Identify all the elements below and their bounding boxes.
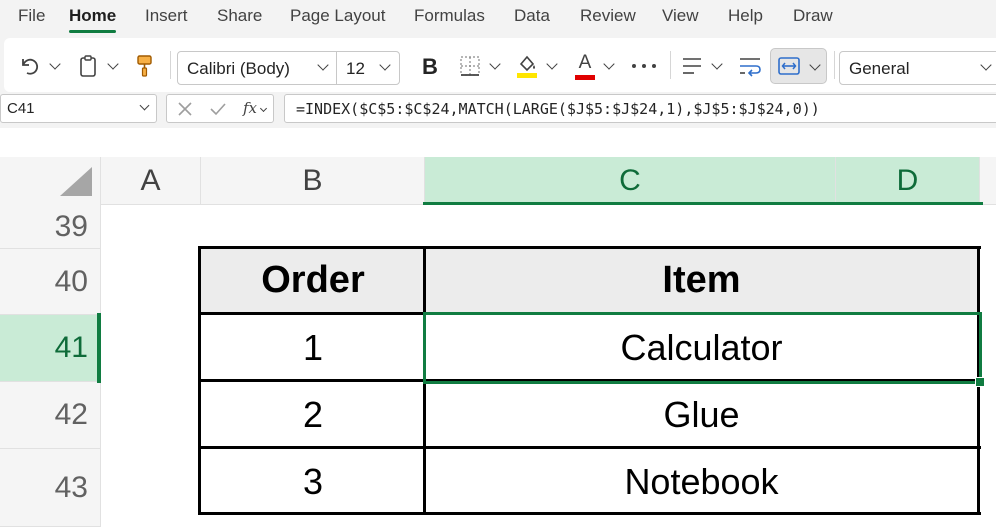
chevron-down-icon xyxy=(259,104,268,113)
name-box[interactable]: C41 xyxy=(0,94,157,123)
table-cell-item[interactable]: Notebook xyxy=(425,449,978,515)
font-color-icon[interactable]: A xyxy=(572,51,598,81)
row-header-39[interactable]: 39 xyxy=(0,205,101,249)
font-color-dropdown-chevron-icon[interactable] xyxy=(603,58,615,70)
insert-function-button[interactable]: fx xyxy=(243,99,257,117)
borders-dropdown-chevron-icon[interactable] xyxy=(489,58,501,70)
table-header-item[interactable]: Item xyxy=(425,248,978,313)
font-size-value: 12 xyxy=(346,59,365,78)
formula-bar: C41 fx =INDEX($C$5:$C$24,MATCH(LARGE($J$… xyxy=(0,94,996,128)
menu-insert[interactable]: Insert xyxy=(145,6,188,26)
table-border xyxy=(198,446,981,449)
row-header-40[interactable]: 40 xyxy=(0,249,101,315)
column-header-d[interactable]: D xyxy=(836,157,980,205)
fill-color-icon[interactable] xyxy=(514,52,540,80)
menu-home[interactable]: Home xyxy=(69,6,116,26)
number-format-value: General xyxy=(849,59,910,78)
formula-actions: fx xyxy=(166,94,274,123)
row-selection-indicator xyxy=(97,313,101,383)
select-all-triangle-icon xyxy=(60,167,92,196)
font-name-value: Calibri (Body) xyxy=(187,59,290,78)
table-cell-order[interactable]: 1 xyxy=(201,315,425,381)
align-icon[interactable] xyxy=(680,54,704,78)
column-header-c[interactable]: C xyxy=(425,157,836,205)
cancel-icon[interactable] xyxy=(177,101,193,122)
merge-icon xyxy=(777,55,801,77)
paste-dropdown-chevron-icon[interactable] xyxy=(107,58,119,70)
font-color-letter: A xyxy=(578,51,592,73)
menu-data[interactable]: Data xyxy=(514,6,550,26)
bold-button[interactable]: B xyxy=(418,53,442,81)
font-size-dropdown[interactable]: 12 xyxy=(336,51,400,85)
menu-review[interactable]: Review xyxy=(580,6,636,26)
font-color-swatch xyxy=(575,74,595,80)
align-dropdown-chevron-icon[interactable] xyxy=(711,58,723,70)
undo-icon[interactable] xyxy=(18,54,42,78)
menu-draw[interactable]: Draw xyxy=(793,6,833,26)
column-header-a[interactable]: A xyxy=(101,157,201,205)
toolbar-separator xyxy=(834,51,835,79)
chevron-down-icon xyxy=(809,59,821,71)
enter-icon[interactable] xyxy=(209,101,227,122)
font-name-dropdown[interactable]: Calibri (Body) xyxy=(177,51,337,85)
chevron-down-icon xyxy=(317,59,329,71)
chevron-down-icon xyxy=(379,59,391,71)
formula-input[interactable]: =INDEX($C$5:$C$24,MATCH(LARGE($J$5:$J$24… xyxy=(284,94,996,123)
toolbar-separator xyxy=(170,51,171,79)
menu-bar: File Home Insert Share Page Layout Formu… xyxy=(0,0,996,34)
active-tab-indicator xyxy=(69,30,116,33)
table-cell-item[interactable]: Glue xyxy=(425,382,978,448)
table-border xyxy=(198,246,981,249)
table-header-order[interactable]: Order xyxy=(201,248,425,313)
menu-formulas[interactable]: Formulas xyxy=(414,6,485,26)
row-header-41[interactable]: 41 xyxy=(0,315,101,382)
name-box-value: C41 xyxy=(7,100,35,117)
table-border xyxy=(198,512,981,515)
chevron-down-icon xyxy=(980,59,992,71)
column-selection-indicator xyxy=(423,202,983,205)
borders-icon[interactable] xyxy=(458,54,482,78)
more-icon[interactable] xyxy=(630,54,658,78)
undo-dropdown-chevron-icon[interactable] xyxy=(49,58,61,70)
fill-handle[interactable] xyxy=(975,377,985,387)
menu-help[interactable]: Help xyxy=(728,6,763,26)
menu-view[interactable]: View xyxy=(662,6,699,26)
fill-color-dropdown-chevron-icon[interactable] xyxy=(546,58,558,70)
active-cell-selection[interactable] xyxy=(423,312,982,384)
number-format-dropdown[interactable]: General xyxy=(839,51,996,85)
clipboard-icon[interactable] xyxy=(76,53,100,79)
formula-text: =INDEX($C$5:$C$24,MATCH(LARGE($J$5:$J$24… xyxy=(296,100,820,118)
menu-share[interactable]: Share xyxy=(217,6,262,26)
table-border xyxy=(198,246,201,515)
ribbon-toolbar: Calibri (Body) 12 B A General xyxy=(0,34,996,94)
menu-file[interactable]: File xyxy=(18,6,45,26)
row-header-43[interactable]: 43 xyxy=(0,449,101,527)
ribbon-panel: Calibri (Body) 12 B A General xyxy=(4,38,996,92)
row-header-42[interactable]: 42 xyxy=(0,382,101,449)
chevron-down-icon xyxy=(139,100,150,111)
format-painter-icon[interactable] xyxy=(134,53,156,79)
table-cell-order[interactable]: 3 xyxy=(201,449,425,515)
wrap-text-icon[interactable] xyxy=(737,54,763,78)
merge-center-button[interactable] xyxy=(770,48,827,84)
menu-page-layout[interactable]: Page Layout xyxy=(290,6,385,26)
table-cell-order[interactable]: 2 xyxy=(201,382,425,448)
column-header-b[interactable]: B xyxy=(201,157,425,205)
toolbar-separator xyxy=(670,51,671,79)
